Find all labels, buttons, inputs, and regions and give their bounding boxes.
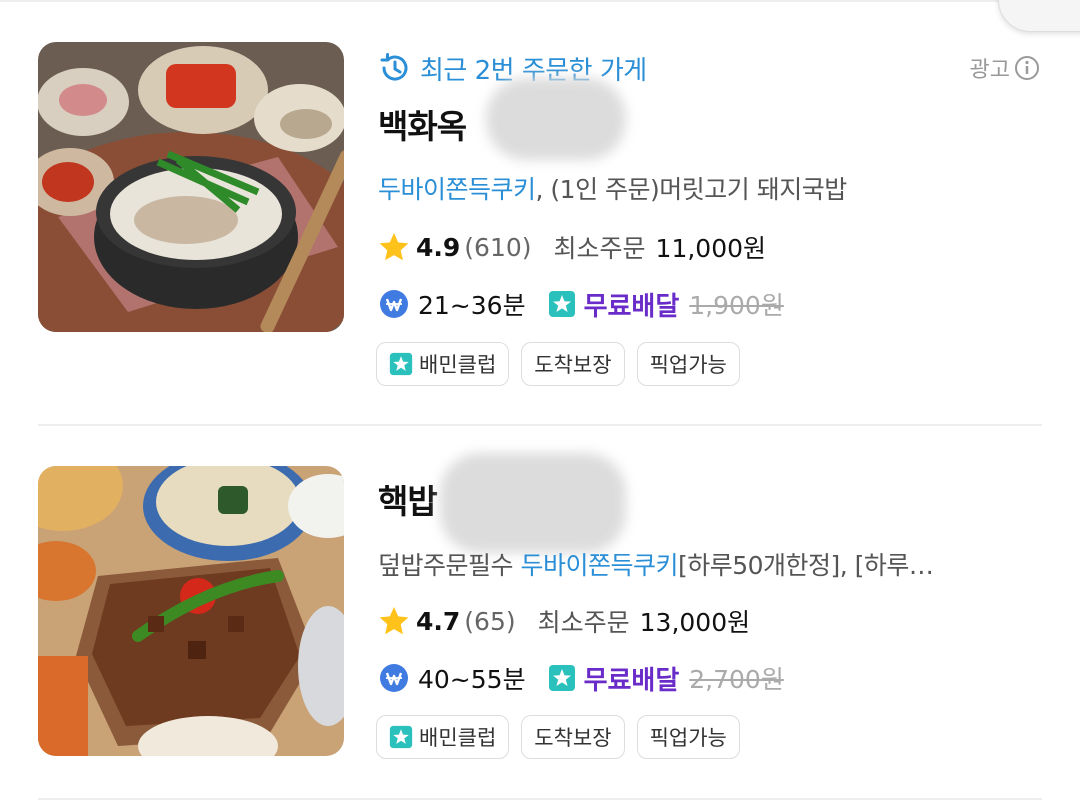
rating-value: 4.7	[416, 606, 461, 636]
delivery-time: 21~36분	[418, 291, 526, 320]
menu-description: 두바이쫀득쿠키, (1인 주문)머릿고기 돼지국밥	[378, 170, 1038, 206]
tag-list: 배민클럽 도착보장 픽업가능	[376, 342, 752, 388]
baemin-club-icon	[548, 291, 575, 317]
min-order-label: 최소주문	[553, 234, 646, 263]
free-delivery-label: 무료배달	[583, 665, 680, 696]
review-count: (610)	[464, 232, 532, 262]
redaction-blur	[486, 78, 626, 160]
store-name[interactable]: 핵밥	[378, 475, 438, 523]
rating-value: 4.9	[416, 232, 461, 262]
min-order-label: 최소주문	[537, 608, 630, 637]
star-icon	[379, 233, 409, 261]
tag-pickup: 픽업가능	[636, 715, 740, 759]
tag-baemin-club: 배민클럽	[376, 715, 510, 759]
info-icon	[1015, 56, 1039, 80]
store-name[interactable]: 백화옥	[378, 100, 467, 148]
store-card-2[interactable]: 핵밥 덮밥주문필수 두바이쫀득쿠키[하루50개한정], [하루… 4.7 (65…	[0, 425, 1080, 800]
min-order-value: 13,000원	[639, 608, 751, 637]
menu-prefix: 덮밥주문필수	[378, 551, 521, 580]
baemin-club-icon	[389, 352, 413, 376]
menu-description: 덮밥주문필수 두바이쫀득쿠키[하루50개한정], [하루…	[378, 546, 1038, 582]
menu-rest: , (1인 주문)머릿고기 돼지국밥	[535, 175, 848, 204]
tag-label: 도착보장	[534, 726, 612, 750]
ad-badge[interactable]: 광고	[970, 52, 1040, 84]
tag-label: 도착보장	[534, 353, 612, 377]
clock-history-icon	[380, 53, 408, 81]
star-icon	[379, 607, 409, 635]
redaction-blur	[440, 453, 626, 553]
tag-label: 배민클럽	[419, 726, 497, 750]
menu-rest: [하루50개한정], [하루…	[677, 551, 934, 580]
store-thumbnail	[38, 42, 344, 332]
tag-label: 배민클럽	[419, 353, 497, 377]
review-count: (65)	[464, 606, 516, 636]
free-delivery-label: 무료배달	[583, 291, 680, 322]
tag-arrival-guarantee: 도착보장	[521, 342, 625, 386]
rating-row: 4.7 (65) 최소주문 13,000원	[378, 603, 750, 639]
baemin-club-icon	[389, 725, 413, 749]
tag-list: 배민클럽 도착보장 픽업가능	[376, 715, 752, 761]
tag-pickup: 픽업가능	[636, 342, 740, 386]
tag-baemin-club: 배민클럽	[376, 342, 510, 386]
baemin-club-icon	[548, 665, 575, 691]
menu-highlight: 두바이쫀득쿠키	[378, 175, 536, 204]
delivery-time: 40~55분	[418, 665, 526, 694]
delivery-row: 21~36분 무료배달 1,900원	[378, 285, 784, 323]
store-card-1[interactable]: 최근 2번 주문한 가게 광고 백화옥 두바이쫀득쿠키, (1인 주문)머릿고기…	[0, 0, 1080, 425]
tag-label: 픽업가능	[649, 726, 727, 750]
menu-highlight: 두바이쫀득쿠키	[520, 551, 678, 580]
store-thumbnail	[38, 466, 344, 756]
original-delivery-fee: 1,900원	[689, 291, 784, 320]
ad-label: 광고	[969, 58, 1010, 83]
delivery-row: 40~55분 무료배달 2,700원	[378, 659, 784, 697]
tag-arrival-guarantee: 도착보장	[521, 715, 625, 759]
delivery-time-icon	[380, 290, 408, 318]
delivery-time-icon	[380, 664, 408, 692]
original-delivery-fee: 2,700원	[689, 665, 784, 694]
min-order-value: 11,000원	[655, 234, 767, 263]
rating-row: 4.9 (610) 최소주문 11,000원	[378, 229, 766, 265]
tag-label: 픽업가능	[649, 353, 727, 377]
